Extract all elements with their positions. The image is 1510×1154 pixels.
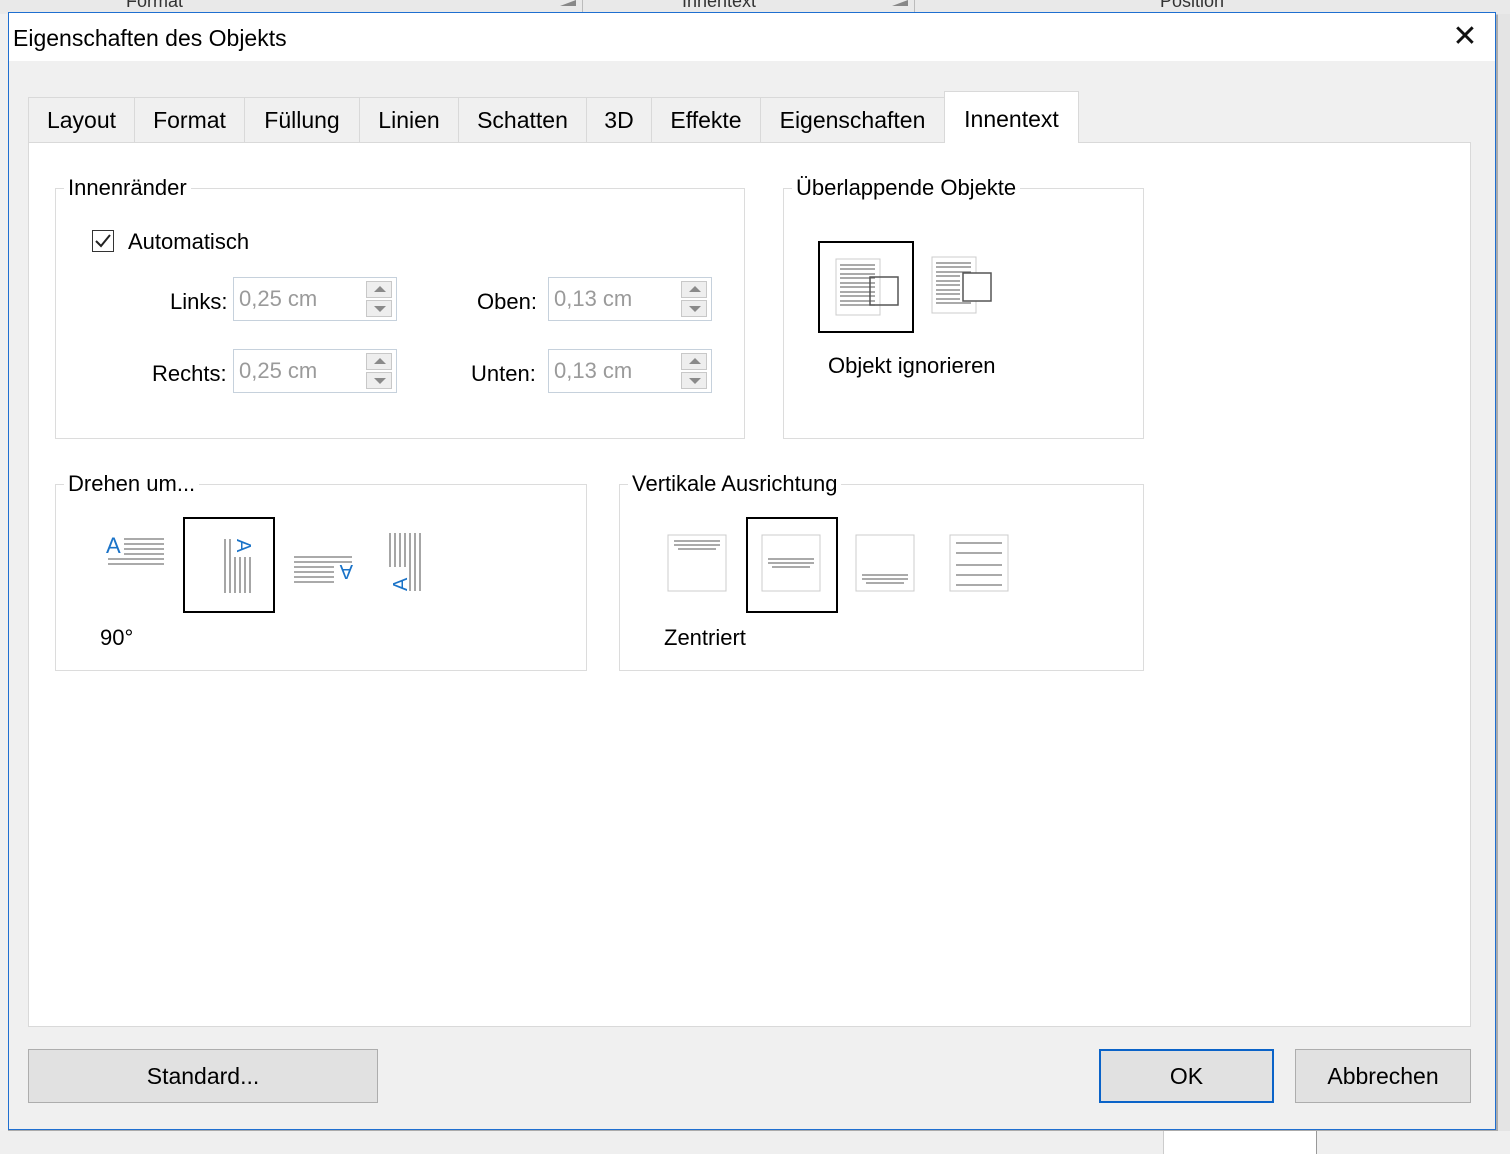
tab-layout[interactable]: Layout: [28, 97, 135, 143]
arrow-down-icon: [374, 378, 386, 384]
unten-decrement-button[interactable]: [681, 372, 707, 389]
vertikal-selected-label: Zentriert: [664, 625, 746, 650]
links-decrement-button[interactable]: [366, 300, 392, 317]
ueberlappend-group: Überlappende Objekte Objekt ignorieren: [783, 175, 1144, 439]
close-icon[interactable]: ✕: [1445, 19, 1485, 55]
rechts-label: Rechts:: [152, 361, 227, 386]
align-bottom-icon: [855, 534, 915, 592]
oben-increment-button[interactable]: [681, 281, 707, 298]
background-column-position: Position: [1160, 0, 1225, 11]
object-properties-dialog: Eigenschaften des Objekts ✕ Layout Forma…: [8, 12, 1496, 1130]
align-top-option[interactable]: [664, 529, 732, 597]
rechts-decrement-button[interactable]: [366, 372, 392, 389]
cancel-button[interactable]: Abbrechen: [1295, 1049, 1471, 1103]
tab-3d[interactable]: 3D: [586, 97, 652, 143]
drehen-legend: Drehen um...: [64, 471, 200, 497]
arrow-down-icon: [689, 378, 701, 384]
automatisch-label[interactable]: Automatisch: [128, 229, 249, 255]
rechts-increment-button[interactable]: [366, 353, 392, 370]
tab-format[interactable]: Format: [134, 97, 245, 143]
unten-value[interactable]: 0,13 cm: [554, 358, 632, 384]
links-increment-button[interactable]: [366, 281, 392, 298]
rotate-0-option[interactable]: A: [102, 527, 168, 579]
background-left-edge: [0, 14, 8, 1131]
innenraender-group: Innenränder Automatisch Links: 0,25 cm O…: [55, 175, 745, 439]
oben-spinbox[interactable]: 0,13 cm: [548, 277, 712, 321]
ueberlappend-selected-label: Objekt ignorieren: [828, 353, 996, 378]
arrow-down-icon: [374, 306, 386, 312]
tab-innentext[interactable]: Innentext: [944, 91, 1079, 143]
objekt-ausweichen-option[interactable]: [928, 251, 998, 321]
tab-linien[interactable]: Linien: [359, 97, 459, 143]
arrow-up-icon: [374, 358, 386, 364]
drehen-selected-label: 90°: [100, 625, 134, 650]
text-avoid-object-icon: [931, 256, 992, 314]
arrow-up-icon: [374, 286, 386, 292]
drehen-group: Drehen um... A A A A 90°: [55, 471, 587, 671]
background-right-edge: [1498, 14, 1510, 1154]
rechts-spinbox[interactable]: 0,25 cm: [233, 349, 397, 393]
links-value[interactable]: 0,25 cm: [239, 286, 317, 312]
rotate-270-option[interactable]: A: [378, 529, 430, 601]
rotate-0-icon: A: [106, 533, 164, 565]
rotate-270-icon: A: [389, 533, 421, 591]
objekt-ignorieren-option[interactable]: [818, 241, 914, 333]
arrow-up-icon: [689, 358, 701, 364]
innenraender-legend: Innenränder: [64, 175, 191, 201]
oben-decrement-button[interactable]: [681, 300, 707, 317]
vertikal-legend: Vertikale Ausrichtung: [628, 471, 842, 497]
oben-label: Oben:: [477, 289, 537, 314]
background-sort-indicator: [560, 0, 576, 6]
rotate-180-option[interactable]: A: [290, 545, 356, 597]
background-column-separator: [582, 0, 583, 12]
align-center-option[interactable]: [746, 517, 838, 613]
background-column-separator: [914, 0, 915, 12]
svg-text:A: A: [390, 577, 412, 591]
rechts-value[interactable]: 0,25 cm: [239, 358, 317, 384]
background-column-innentext: Innentext: [682, 0, 757, 11]
links-spinbox[interactable]: 0,25 cm: [233, 277, 397, 321]
tab-panel-innentext: Innenränder Automatisch Links: 0,25 cm O…: [28, 142, 1471, 1027]
align-justify-icon: [949, 534, 1009, 592]
tab-fuellung[interactable]: Füllung: [244, 97, 360, 143]
unten-label: Unten:: [471, 361, 536, 386]
align-justify-option[interactable]: [946, 529, 1014, 597]
rotate-90-icon: A: [224, 539, 254, 593]
automatisch-checkbox[interactable]: [92, 230, 114, 252]
ueberlappend-legend: Überlappende Objekte: [792, 175, 1021, 201]
arrow-down-icon: [689, 306, 701, 312]
background-bottom-cell: [1163, 1131, 1317, 1154]
unten-spinbox[interactable]: 0,13 cm: [548, 349, 712, 393]
align-center-icon: [761, 534, 821, 592]
tab-effekte[interactable]: Effekte: [651, 97, 761, 143]
svg-text:A: A: [106, 533, 121, 558]
standard-button[interactable]: Standard...: [28, 1049, 378, 1103]
svg-text:A: A: [339, 560, 353, 582]
links-label: Links:: [170, 289, 228, 314]
background-sort-indicator: [892, 0, 908, 6]
unten-increment-button[interactable]: [681, 353, 707, 370]
rotate-90-option[interactable]: A: [183, 517, 275, 613]
rotate-180-icon: A: [294, 556, 353, 583]
arrow-up-icon: [689, 286, 701, 292]
background-column-format: Format: [126, 0, 184, 11]
align-top-icon: [667, 534, 727, 592]
ok-button[interactable]: OK: [1099, 1049, 1274, 1103]
oben-value[interactable]: 0,13 cm: [554, 286, 632, 312]
svg-text:A: A: [232, 539, 254, 553]
vertikal-group: Vertikale Ausrichtung Zentriert: [619, 471, 1144, 671]
dialog-titlebar[interactable]: Eigenschaften des Objekts ✕: [9, 13, 1495, 61]
dialog-title: Eigenschaften des Objekts: [13, 25, 287, 51]
tab-schatten[interactable]: Schatten: [458, 97, 587, 143]
tab-eigenschaften[interactable]: Eigenschaften: [760, 97, 945, 143]
text-overlap-object-icon: [835, 258, 899, 316]
align-bottom-option[interactable]: [852, 529, 920, 597]
checkmark-icon: [95, 234, 111, 248]
